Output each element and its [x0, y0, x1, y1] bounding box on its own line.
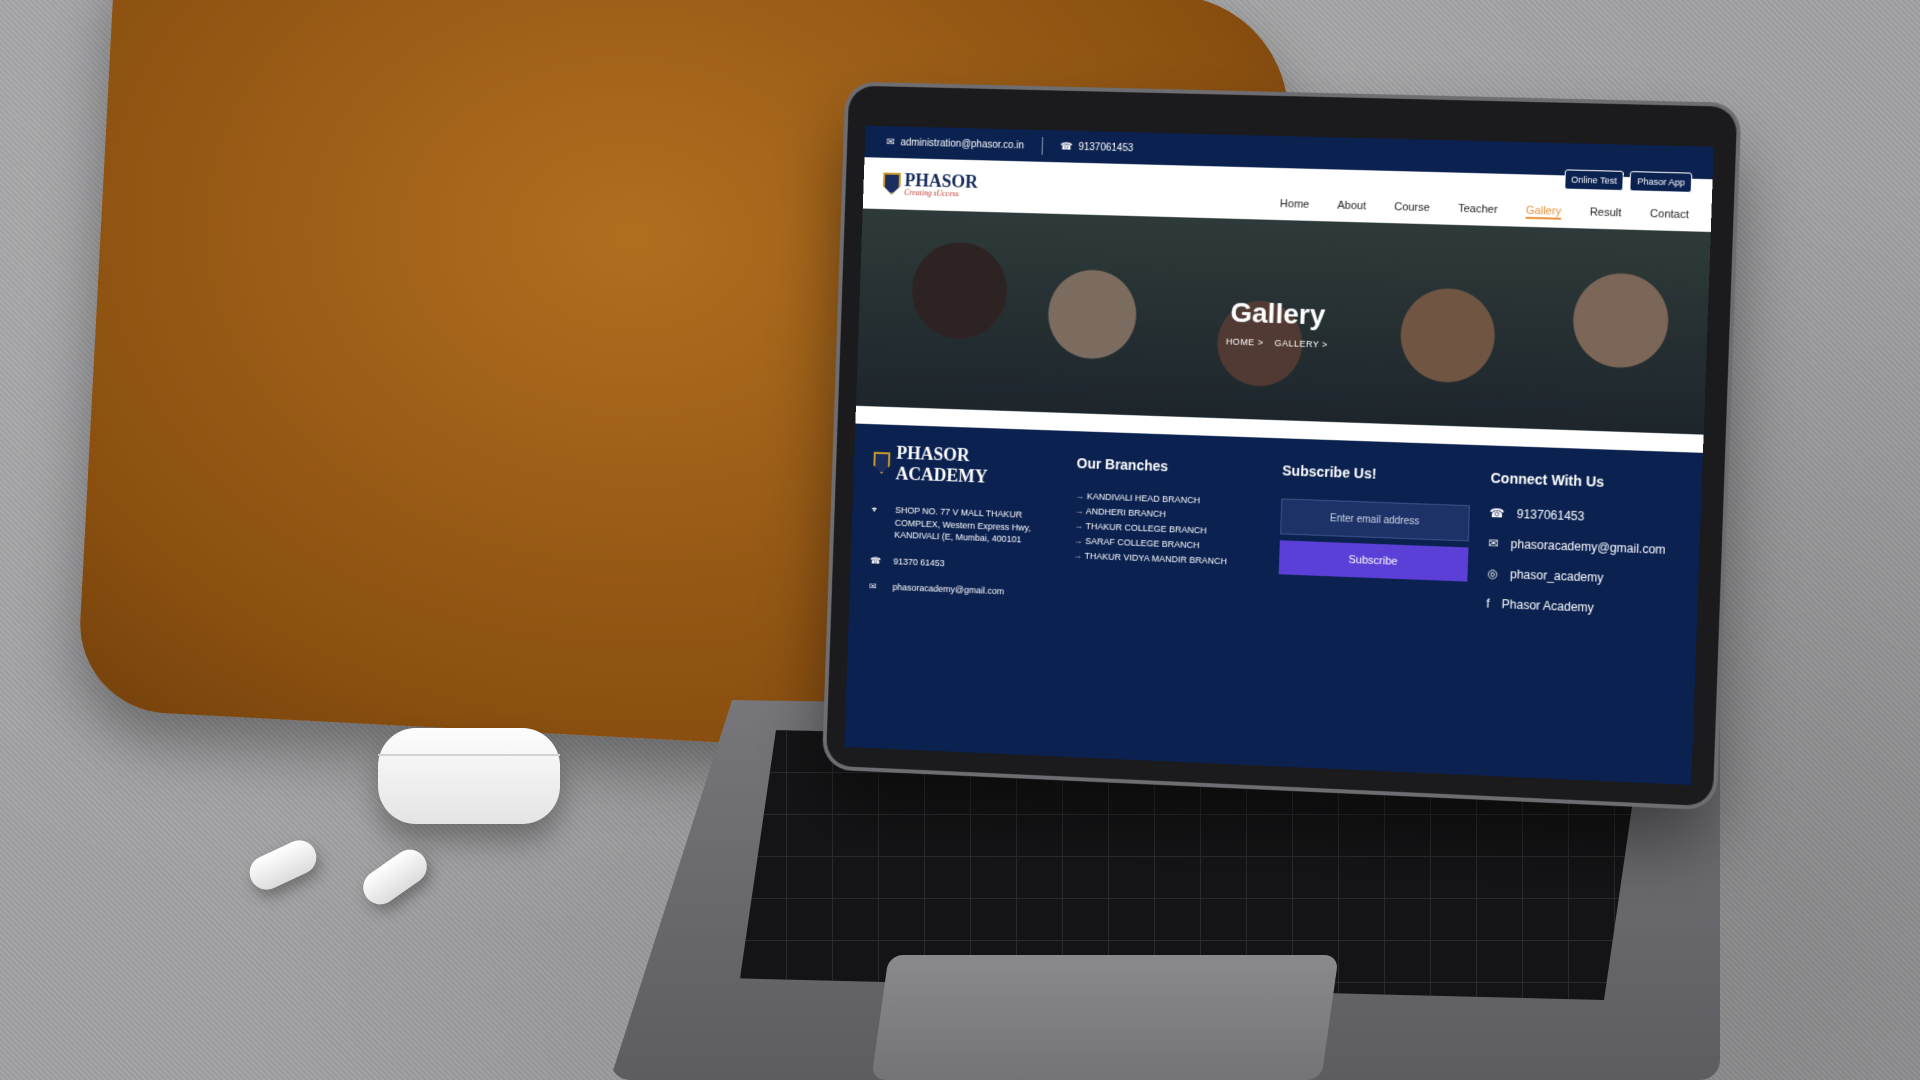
footer-email[interactable]: ✉ phasoracademy@gmail.com: [869, 580, 1053, 600]
phone-icon: ☎: [1060, 140, 1073, 153]
shield-icon: [883, 173, 901, 195]
breadcrumb-gallery: GALLERY >: [1274, 337, 1328, 350]
branch-item[interactable]: THAKUR VIDYA MANDIR BRANCH: [1073, 550, 1259, 567]
shield-icon: [873, 452, 891, 474]
connect-email[interactable]: ✉ phasoracademy@gmail.com: [1488, 536, 1679, 557]
laptop-trackpad: [871, 955, 1339, 1080]
footer-phone-text: 91370 61453: [893, 556, 945, 569]
connect-phone[interactable]: ☎ 9137061453: [1489, 506, 1680, 527]
earbuds-case: [378, 728, 560, 824]
footer-brand: PHASOR ACADEMY: [895, 442, 988, 487]
breadcrumb-home[interactable]: HOME >: [1226, 336, 1264, 347]
branches-heading: Our Branches: [1076, 455, 1169, 475]
topbar-phone[interactable]: ☎ 9137061453: [1060, 141, 1133, 154]
phone-icon: ☎: [1489, 505, 1505, 521]
connect-facebook[interactable]: f Phasor Academy: [1486, 596, 1677, 618]
site-logo[interactable]: PHASOR Creating sUccess: [883, 170, 978, 199]
topbar-email[interactable]: ✉ administration@phasor.co.in: [886, 137, 1024, 151]
connect-instagram-text: phasor_academy: [1509, 567, 1604, 585]
mail-icon: ✉: [1488, 536, 1499, 551]
footer-address: ⌖ SHOP NO. 77 V MALL THAKUR COMPLEX, Wes…: [871, 503, 1056, 547]
nav-course[interactable]: Course: [1394, 201, 1430, 216]
footer-address-text: SHOP NO. 77 V MALL THAKUR COMPLEX, Weste…: [894, 505, 1032, 545]
online-test-button[interactable]: Online Test: [1563, 169, 1625, 192]
hero-banner: Gallery HOME > GALLERY >: [855, 208, 1711, 435]
connect-phone-text: 9137061453: [1516, 506, 1585, 524]
topbar-phone-text: 9137061453: [1078, 141, 1134, 154]
site-footer: PHASOR ACADEMY ⌖ SHOP NO. 77 V MALL THAK…: [847, 424, 1703, 717]
connect-facebook-text: Phasor Academy: [1501, 597, 1595, 615]
nav-menu: Home About Course Teacher Gallery Result…: [1280, 198, 1689, 223]
instagram-icon: ◎: [1487, 566, 1499, 581]
laptop-screen: ✉ administration@phasor.co.in ☎ 9137061453…: [844, 125, 1714, 786]
mail-icon: ✉: [869, 581, 877, 592]
nav-contact[interactable]: Contact: [1650, 208, 1689, 223]
nav-about[interactable]: About: [1337, 200, 1366, 215]
nav-teacher[interactable]: Teacher: [1458, 203, 1498, 218]
footer-connect: Connect With Us ☎ 9137061453 ✉ phasoraca…: [1483, 464, 1682, 697]
mail-icon: ✉: [886, 136, 895, 148]
connect-email-text: phasoracademy@gmail.com: [1510, 536, 1666, 557]
subscribe-heading: Subscribe Us!: [1282, 462, 1377, 482]
facebook-icon: f: [1486, 596, 1490, 611]
nav-gallery[interactable]: Gallery: [1525, 204, 1562, 220]
branch-item[interactable]: ANDHERI BRANCH: [1075, 506, 1261, 523]
subscribe-button[interactable]: Subscribe: [1278, 540, 1469, 582]
nav-result[interactable]: Result: [1589, 206, 1622, 221]
connect-heading: Connect With Us: [1490, 469, 1605, 490]
branch-item[interactable]: KANDIVALI HEAD BRANCH: [1075, 491, 1261, 508]
logo-tagline: Creating sUccess: [904, 187, 959, 199]
topbar-divider: [1041, 136, 1043, 155]
phasor-app-button[interactable]: Phasor App: [1629, 171, 1693, 193]
nav-home[interactable]: Home: [1280, 198, 1310, 213]
footer-subscribe: Subscribe Us! Enter email address Subscr…: [1275, 456, 1471, 688]
branch-item[interactable]: SARAF COLLEGE BRANCH: [1074, 536, 1260, 553]
top-buttons: Online Test Phasor App: [1563, 169, 1693, 193]
footer-about: PHASOR ACADEMY ⌖ SHOP NO. 77 V MALL THAK…: [867, 442, 1058, 671]
topbar-email-text: administration@phasor.co.in: [900, 136, 1025, 151]
branch-item[interactable]: THAKUR COLLEGE BRANCH: [1074, 521, 1260, 538]
connect-instagram[interactable]: ◎ phasor_academy: [1487, 566, 1678, 587]
footer-branches: Our Branches KANDIVALI HEAD BRANCH ANDHE…: [1069, 449, 1262, 679]
phone-icon: ☎: [869, 555, 882, 566]
subscribe-email-input[interactable]: Enter email address: [1280, 498, 1470, 542]
footer-logo: PHASOR ACADEMY: [873, 442, 1058, 490]
location-icon: ⌖: [871, 504, 877, 515]
footer-email-text: phasoracademy@gmail.com: [892, 582, 1005, 597]
footer-phone[interactable]: ☎ 91370 61453: [870, 554, 1054, 574]
